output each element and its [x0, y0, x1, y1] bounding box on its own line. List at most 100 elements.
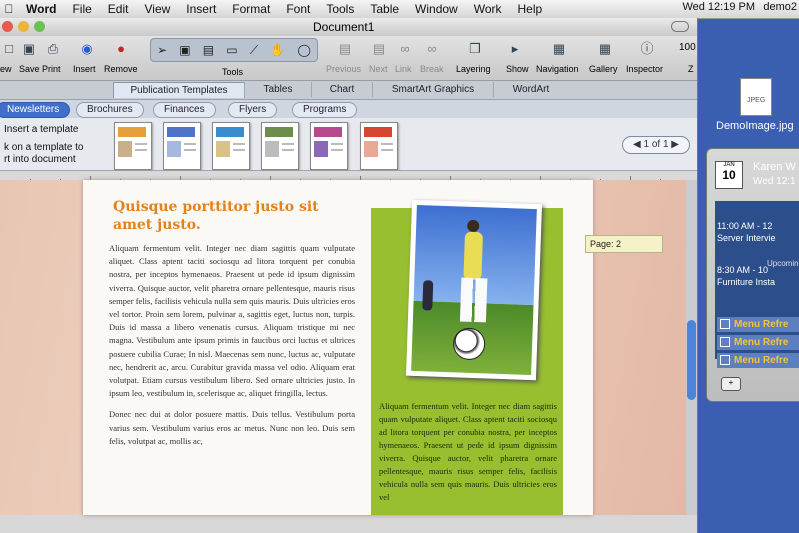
template-thumbnail[interactable]	[212, 122, 250, 170]
link-button[interactable]: Link	[395, 64, 412, 74]
my-day-widget[interactable]: JAN 10 Karen W Wed 12:1 11:00 AM - 12 Ser…	[706, 148, 799, 402]
previous-icon[interactable]: ▤	[336, 40, 354, 58]
gallery-button[interactable]: Gallery	[589, 64, 618, 74]
menu-clock[interactable]: Wed 12:19 PM	[682, 1, 755, 13]
category-finances[interactable]: Finances	[153, 102, 216, 118]
previous-button[interactable]: Previous	[326, 64, 361, 74]
menu-tools[interactable]: Tools	[318, 2, 362, 16]
layering-button[interactable]: Layering	[456, 64, 491, 74]
menu-user[interactable]: demo2	[763, 1, 797, 13]
template-thumbnail[interactable]	[114, 122, 152, 170]
zoom-field[interactable]: 100	[679, 42, 696, 53]
event-title[interactable]: Furniture Insta	[717, 277, 775, 287]
menu-view[interactable]: View	[136, 2, 178, 16]
task-item[interactable]: Menu Refre	[717, 335, 799, 350]
menu-file[interactable]: File	[64, 2, 99, 16]
break-icon[interactable]: ∞	[423, 40, 441, 58]
category-brochures[interactable]: Brochures	[76, 102, 144, 118]
gallery-pager[interactable]: ◀ 1 of 1 ▶	[622, 136, 690, 154]
minimize-icon[interactable]	[18, 21, 29, 32]
new-document-icon[interactable]: □	[0, 40, 18, 58]
rectangle-tool-icon[interactable]: ▭	[226, 43, 237, 57]
tab-wordart[interactable]: WordArt	[493, 82, 568, 97]
pager-next-icon[interactable]: ▶	[671, 139, 679, 150]
tab-publication-templates[interactable]: Publication Templates	[113, 82, 245, 98]
menu-word[interactable]: Word	[18, 2, 64, 16]
article-heading[interactable]: Quisque porttitor justo sit amet justo.	[113, 198, 353, 234]
insert-button[interactable]: Insert	[73, 64, 96, 74]
task-item[interactable]: Menu Refre	[717, 317, 799, 332]
vertical-text-icon[interactable]: ▤	[203, 43, 214, 57]
menu-help[interactable]: Help	[510, 2, 551, 16]
inspector-button[interactable]: Inspector	[626, 64, 663, 74]
body-paragraph[interactable]: Donec nec dui at dolor posuere mattis. D…	[109, 408, 355, 448]
zoom-icon[interactable]	[34, 21, 45, 32]
new-button[interactable]: ew	[0, 64, 12, 74]
body-paragraph[interactable]: Aliquam fermentum velit. Integer nec dia…	[109, 242, 355, 400]
toolbar-toggle-icon[interactable]	[671, 21, 689, 32]
template-thumbnail[interactable]	[163, 122, 201, 170]
category-programs[interactable]: Programs	[292, 102, 358, 118]
task-item[interactable]: Menu Refre	[717, 353, 799, 368]
remove-icon[interactable]: ●	[112, 40, 130, 58]
article-column-right[interactable]: Aliquam fermentum velit. Integer nec dia…	[379, 400, 557, 504]
break-button[interactable]: Break	[420, 64, 444, 74]
save-icon[interactable]: ▣	[20, 40, 38, 58]
event-time[interactable]: 8:30 AM - 10	[717, 265, 768, 275]
text-box-icon[interactable]: ▣	[179, 43, 190, 57]
remove-button[interactable]: Remove	[104, 64, 138, 74]
document-canvas[interactable]: Quisque porttitor justo sit amet justo. …	[0, 180, 686, 515]
print-icon[interactable]: ⎙	[44, 40, 62, 58]
menu-work[interactable]: Work	[466, 2, 510, 16]
tab-smartart-graphics[interactable]: SmartArt Graphics	[372, 82, 493, 97]
tab-chart[interactable]: Chart	[311, 82, 372, 97]
pager-prev-icon[interactable]: ◀	[633, 139, 641, 150]
menu-format[interactable]: Format	[224, 2, 278, 16]
template-thumbnail[interactable]	[261, 122, 299, 170]
navigation-button[interactable]: Navigation	[536, 64, 579, 74]
menu-table[interactable]: Table	[362, 2, 407, 16]
inspector-icon[interactable]: ⓘ	[638, 40, 656, 58]
soccer-photo[interactable]	[405, 199, 543, 381]
navigation-icon[interactable]: ▦	[550, 40, 568, 58]
scrollbar-thumb[interactable]	[687, 320, 696, 400]
show-icon[interactable]: ▸	[506, 40, 524, 58]
checkbox-icon[interactable]	[720, 355, 730, 366]
jpeg-file-icon[interactable]: JPEG	[740, 78, 772, 116]
shape-tool-icon[interactable]: ◯	[297, 43, 310, 57]
menu-edit[interactable]: Edit	[100, 2, 137, 16]
event-title[interactable]: Server Intervie	[717, 233, 776, 243]
vertical-scrollbar[interactable]	[686, 180, 697, 515]
checkbox-icon[interactable]	[720, 337, 730, 348]
apple-icon[interactable]: 	[0, 2, 18, 16]
pager-label: 1 of 1	[643, 139, 669, 150]
print-button[interactable]: Print	[42, 64, 61, 74]
select-arrow-icon[interactable]: ➢	[157, 43, 167, 57]
link-icon[interactable]: ∞	[396, 40, 414, 58]
desktop-file-label[interactable]: DemoImage.jpg	[716, 120, 794, 132]
category-newsletters[interactable]: Newsletters	[0, 102, 71, 118]
window-titlebar[interactable]: Document1	[0, 18, 697, 36]
close-icon[interactable]	[2, 21, 13, 32]
document-page[interactable]: Quisque porttitor justo sit amet justo. …	[83, 180, 593, 515]
insert-icon[interactable]: ◉	[78, 40, 96, 58]
next-icon[interactable]: ▤	[370, 40, 388, 58]
menu-window[interactable]: Window	[407, 2, 466, 16]
hand-tool-icon[interactable]: ✋	[270, 43, 285, 57]
checkbox-icon[interactable]	[720, 319, 730, 330]
menu-font[interactable]: Font	[278, 2, 318, 16]
menu-insert[interactable]: Insert	[178, 2, 224, 16]
show-button[interactable]: Show	[506, 64, 529, 74]
next-button[interactable]: Next	[369, 64, 388, 74]
template-thumbnail[interactable]	[310, 122, 348, 170]
gallery-icon[interactable]: ▦	[596, 40, 614, 58]
add-task-icon[interactable]: +	[721, 377, 741, 391]
template-thumbnail[interactable]	[360, 122, 398, 170]
line-tool-icon[interactable]: ⟋	[250, 43, 258, 58]
category-flyers[interactable]: Flyers	[228, 102, 278, 118]
tab-tables[interactable]: Tables	[244, 82, 311, 97]
event-time[interactable]: 11:00 AM - 12	[717, 221, 772, 231]
article-column-left[interactable]: Aliquam fermentum velit. Integer nec dia…	[109, 242, 355, 456]
layering-icon[interactable]: ❐	[466, 40, 484, 58]
save-button[interactable]: Save	[19, 64, 40, 74]
